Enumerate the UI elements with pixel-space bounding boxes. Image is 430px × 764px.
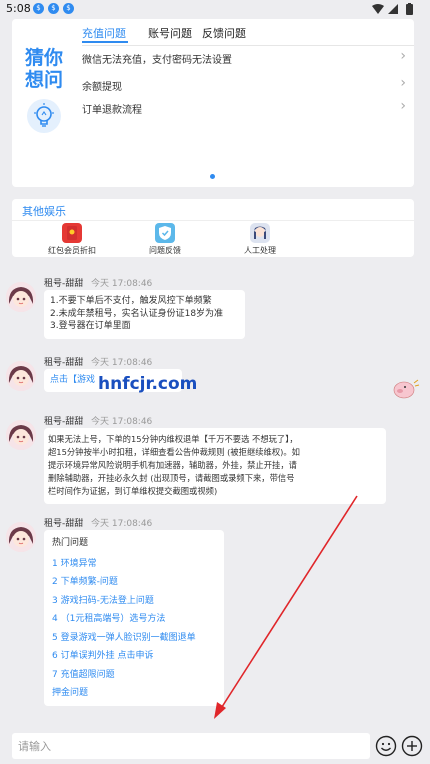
message-text-line: 3.登号器在订单里面 xyxy=(50,321,131,331)
section-divider xyxy=(12,220,414,221)
hot-question-link[interactable]: 7 充值超限问题 xyxy=(52,669,216,688)
message-input[interactable] xyxy=(12,733,370,759)
guess-label-line2: 想问 xyxy=(24,69,63,91)
piggy-sticker-icon xyxy=(390,377,420,401)
other-entertainment-title: 其他娱乐 xyxy=(22,205,66,218)
agent-avatar xyxy=(6,420,36,450)
message-text-line: 删除辅助器，开挂必永久封 (出现顶号，请截图或录频下来，带信号 xyxy=(48,473,295,483)
signal-icon xyxy=(388,4,398,14)
other-entertainment-card: 其他娱乐 红包会员折扣 问题反馈 人工处理 xyxy=(12,199,414,257)
hot-question-link[interactable]: 5 登录游戏一弹人脸识别一截图退单 xyxy=(52,632,216,651)
faq-card: 猜你 想问 充值问题 账号问题 反馈问题 微信无法充值，支付密码无法设置 › 余… xyxy=(12,19,414,187)
faq-item-label: 订单退款流程 xyxy=(82,105,142,116)
wifi-icon xyxy=(372,4,384,14)
guess-label: 猜你 想问 xyxy=(24,47,64,91)
sender-name: 租号-甜甜 xyxy=(44,519,84,529)
message-text-line: 超15分钟按半小时扣租，详细查看公告仲裁规则 (被拒继续维权)。如 xyxy=(48,447,300,457)
hot-question-link[interactable]: 4 （1元租高端号）选号方法 xyxy=(52,613,216,632)
hot-question-link[interactable]: 押金问题 xyxy=(52,687,216,706)
feedback-button[interactable]: 问题反馈 xyxy=(125,223,205,257)
sender-name: 租号-甜甜 xyxy=(44,279,84,289)
faq-item-label: 余额提现 xyxy=(82,82,122,93)
red-packet-icon xyxy=(62,223,82,243)
sender-name: 租号-甜甜 xyxy=(44,417,84,427)
status-time: 5:08 xyxy=(6,2,31,15)
notification-icon: $ xyxy=(33,3,44,14)
red-packet-discount-label: 红包会员折扣 xyxy=(48,246,96,255)
sender-name: 租号-甜甜 xyxy=(44,358,84,368)
emoji-button[interactable] xyxy=(375,735,397,757)
message-text-line: 提示环境异常风险说明手机有加速器，辅助器，外挂，禁止开挂，请 xyxy=(48,460,297,470)
watermark-text: hnfcjr.com xyxy=(98,374,198,394)
status-bar: 5:08 $ $ $ xyxy=(0,0,430,18)
hot-question-link[interactable]: 6 订单误判外挂 点击申诉 xyxy=(52,650,216,669)
agent-avatar xyxy=(6,522,36,552)
feedback-label: 问题反馈 xyxy=(149,246,181,255)
agent-avatar xyxy=(6,361,36,391)
faq-item-label: 微信无法充值，支付密码无法设置 xyxy=(82,55,232,66)
manual-handling-button[interactable]: 人工处理 xyxy=(220,223,300,257)
message-text-line: 栏时间作为证据，到订单维权提交截图或视频) xyxy=(48,486,218,496)
faq-item[interactable]: 订单退款流程 › xyxy=(82,95,412,121)
carousel-page-indicator xyxy=(210,174,215,179)
hot-question-link[interactable]: 1 环境异常 xyxy=(52,558,216,577)
message-input-bar xyxy=(0,728,430,764)
hot-question-link[interactable]: 3 游戏扫码-无法登上问题 xyxy=(52,595,216,614)
lightbulb-icon xyxy=(27,99,61,133)
notification-icon: $ xyxy=(63,3,74,14)
message-text-line: 1.不要下单后不支付，触发风控下单频繁 xyxy=(50,296,212,306)
active-tab-indicator xyxy=(82,41,128,43)
message-text-line: 2.未成年禁租号，实名认证身份证18岁为准 xyxy=(50,308,224,319)
message-text-line: 如果无法上号，下单的15分钟内维权退单【千万不要选 不想玩了】， xyxy=(48,434,298,444)
message-bubble: 如果无法上号，下单的15分钟内维权退单【千万不要选 不想玩了】， 超15分钟按半… xyxy=(44,428,386,504)
tab-feedback-issues[interactable]: 反馈问题 xyxy=(202,25,246,41)
message-bubble: 1.不要下单后不支付，触发风控下单频繁 2.未成年禁租号，实名认证身份证18岁为… xyxy=(44,290,245,339)
guess-label-line1: 猜你 xyxy=(24,47,63,69)
chevron-right-icon: › xyxy=(400,48,406,64)
message-time: 今天 17:08:46 xyxy=(91,279,153,289)
status-indicators xyxy=(370,2,420,16)
chevron-right-icon: › xyxy=(400,98,406,114)
manual-handling-label: 人工处理 xyxy=(244,246,276,255)
more-button[interactable] xyxy=(401,735,423,757)
red-packet-discount-button[interactable]: 红包会员折扣 xyxy=(32,223,112,257)
message-time: 今天 17:08:46 xyxy=(91,358,153,368)
notification-icon: $ xyxy=(48,3,59,14)
hot-questions-bubble: 热门问题 1 环境异常 2 下单频繁-问题 3 游戏扫码-无法登上问题 4 （1… xyxy=(44,530,224,706)
agent-avatar xyxy=(6,282,36,312)
emoji-icon xyxy=(375,735,397,757)
hot-questions-title: 热门问题 xyxy=(52,538,89,548)
plus-icon xyxy=(401,735,423,757)
chevron-right-icon: › xyxy=(400,75,406,91)
agent-avatar-icon xyxy=(250,223,270,243)
feedback-icon xyxy=(155,223,175,243)
tab-recharge-issues[interactable]: 充值问题 xyxy=(82,25,126,41)
battery-icon xyxy=(406,4,413,15)
message-time: 今天 17:08:46 xyxy=(91,417,153,427)
message-time: 今天 17:08:46 xyxy=(91,519,153,529)
hot-question-link[interactable]: 2 下单频繁-问题 xyxy=(52,576,216,595)
faq-item[interactable]: 微信无法充值，支付密码无法设置 › xyxy=(82,45,412,71)
tab-account-issues[interactable]: 账号问题 xyxy=(148,25,192,41)
